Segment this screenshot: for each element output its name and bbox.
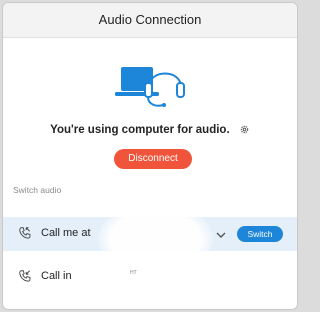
disconnect-button[interactable]: Disconnect [114, 149, 192, 169]
call-me-label: Call me at [41, 227, 91, 239]
phone-call-in-icon[interactable] [18, 269, 32, 288]
window-title: Audio Connection [98, 12, 202, 27]
audio-status: You're using computer for audio. [3, 124, 297, 138]
call-in-label[interactable]: Call in [41, 270, 72, 282]
switch-audio-label: Switch audio [13, 185, 62, 195]
gear-icon[interactable] [239, 124, 250, 138]
computer-headset-icon [115, 61, 191, 116]
switch-button[interactable]: Switch [237, 226, 283, 242]
redacted-phone-number [98, 203, 213, 275]
title-bar: Audio Connection [3, 3, 297, 38]
audio-connection-dialog: Audio Connection You're using computer f… [2, 2, 298, 310]
audio-status-text: You're using computer for audio. [50, 124, 230, 136]
call-in-extra-text: ᴴᵀ [130, 269, 137, 278]
phone-callback-icon [18, 226, 32, 245]
chevron-down-icon[interactable] [216, 227, 226, 245]
